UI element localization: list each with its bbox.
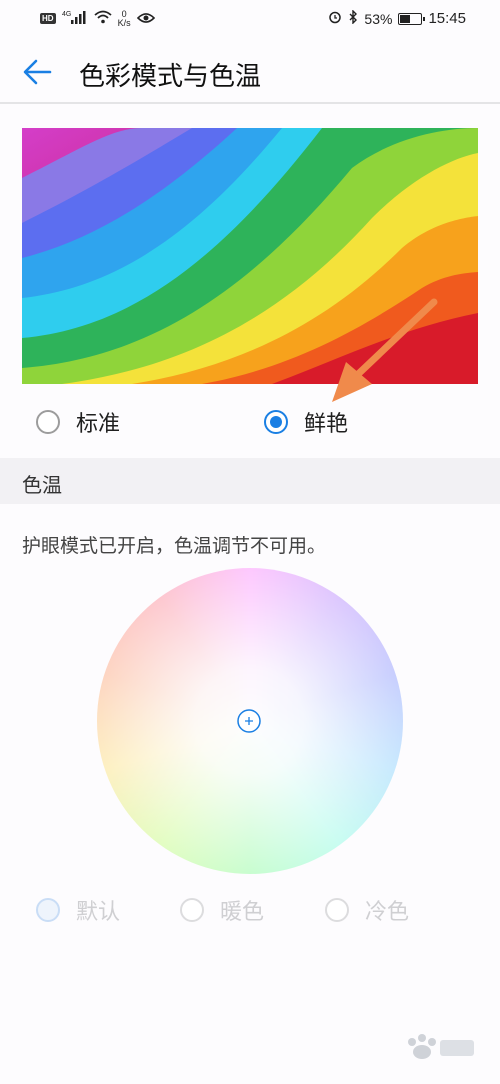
back-button[interactable]: [14, 52, 58, 92]
signal-label: 4G: [62, 11, 71, 18]
crosshair-icon: [237, 709, 261, 733]
net-speed-unit: K/s: [117, 17, 131, 28]
clock: 15:45: [428, 10, 466, 27]
radio-default[interactable]: 默认: [36, 894, 120, 926]
radio-warm-label: 暖色: [220, 900, 265, 925]
battery-percent: 53%: [364, 10, 393, 27]
status-left: HD 4G 0 K/s: [40, 9, 155, 28]
radio-standard[interactable]: 标准: [36, 406, 120, 438]
radio-vivid-circle[interactable]: [264, 410, 288, 434]
radio-default-circle[interactable]: [36, 898, 60, 922]
radio-cool-circle[interactable]: [325, 898, 349, 922]
color-temp-section-title: 色温: [22, 473, 62, 497]
radio-standard-label: 标准: [76, 412, 121, 437]
radio-standard-circle[interactable]: [36, 410, 60, 434]
eye-comfort-notice: 护眼模式已开启，色温调节不可用。: [22, 535, 327, 557]
battery-tip: [423, 16, 426, 21]
radio-cool[interactable]: 冷色: [325, 894, 409, 926]
title-bar: 色彩模式与色温: [0, 40, 500, 104]
battery-icon: [398, 12, 426, 25]
status-right: 53% 15:45: [328, 9, 466, 27]
bluetooth-icon: [348, 9, 358, 27]
radio-default-label: 默认: [76, 900, 121, 925]
annotation-arrow-icon: [332, 298, 438, 402]
alarm-icon: [328, 10, 342, 27]
title-divider: [0, 102, 500, 104]
battery-fill: [400, 14, 411, 23]
watermark-logo-icon: [408, 1034, 474, 1059]
screen: HD 4G 0 K/s 53% 15:45 色彩模式与色温 标准 鲜艳 色温 护…: [0, 0, 500, 1084]
color-temp-section-header: 色温: [0, 458, 500, 504]
status-bar: HD 4G 0 K/s 53% 15:45: [0, 0, 500, 40]
wheel-center-handle[interactable]: [237, 709, 261, 733]
page-title: 色彩模式与色温: [79, 62, 262, 92]
radio-warm-circle[interactable]: [180, 898, 204, 922]
back-arrow-icon: [23, 59, 52, 85]
net-speed: 0 K/s: [117, 9, 131, 28]
radio-cool-label: 冷色: [365, 900, 410, 925]
signal-icon: 4G: [62, 9, 88, 28]
eye-comfort-icon: [136, 11, 155, 27]
wifi-icon: [93, 10, 112, 27]
radio-warm[interactable]: 暖色: [180, 894, 264, 926]
hd-badge: HD: [40, 13, 56, 24]
